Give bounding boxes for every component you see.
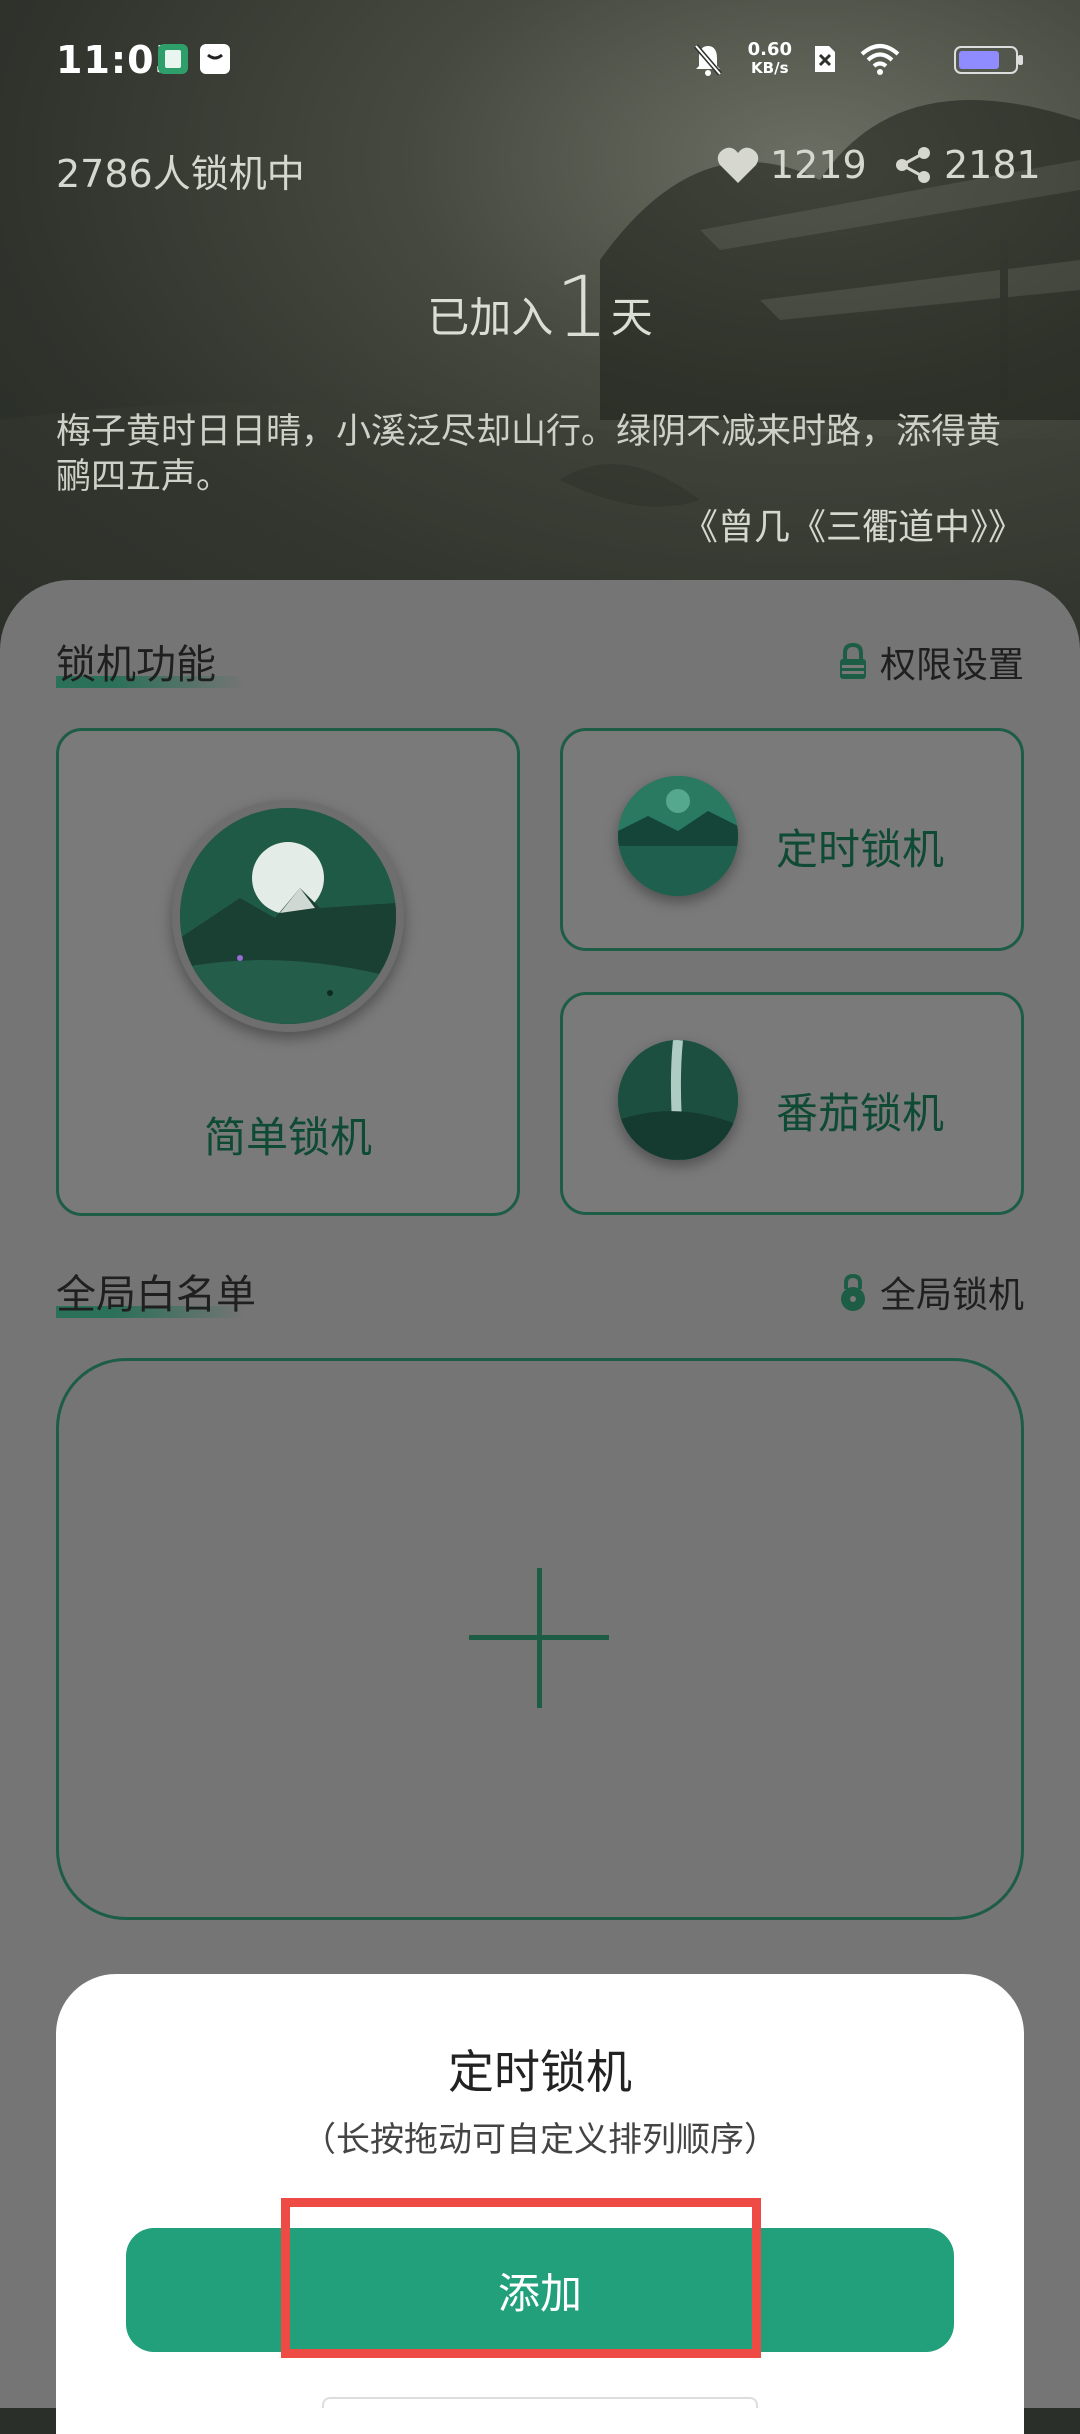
plus-icon-horizontal <box>469 1635 609 1640</box>
poem-text: 梅子黄时日日晴，小溪泛尽却山行。绿阴不减来时路，添得黄鹂四五声。 <box>56 412 1002 497</box>
stats-row: 2786人锁机中 1219 2181 <box>56 143 1041 196</box>
network-speed-value: 0.60 <box>747 39 792 60</box>
lock-icon <box>839 643 866 679</box>
mountain-moon-icon <box>172 800 404 1032</box>
heart-icon <box>717 147 759 183</box>
share-count: 2181 <box>944 143 1041 187</box>
share-icon <box>896 147 930 183</box>
simple-lock-label: 简单锁机 <box>203 1113 372 1162</box>
sheet-bottom-handle <box>322 2397 758 2408</box>
global-lock-label: 全局锁机 <box>879 1275 1024 1316</box>
padlock-icon <box>840 1273 865 1311</box>
like-count: 1219 <box>770 143 867 187</box>
share-button[interactable]: 2181 <box>894 143 1041 187</box>
waterfall-scene-icon <box>618 1040 738 1160</box>
permission-settings-link[interactable]: 权限设置 <box>838 636 1024 688</box>
wifi-icon <box>860 44 900 75</box>
joined-prefix: 已加入 <box>427 293 554 342</box>
joined-days-number: 1 <box>555 258 609 356</box>
global-lock-link[interactable]: 全局锁机 <box>838 1266 1024 1318</box>
lake-scene-icon <box>618 776 738 896</box>
network-speed-unit: KB/s <box>751 59 789 77</box>
joined-suffix: 天 <box>610 293 653 342</box>
poem-source: 《曾几《三衢道中》》 <box>681 507 1024 548</box>
lock-section-title: 锁机功能 <box>56 632 246 690</box>
app-notification-icon <box>158 44 188 74</box>
whitelist-section-title: 全局白名单 <box>56 1272 256 1318</box>
status-bar: 11:05 0.60 KB/s <box>0 38 1080 88</box>
mute-bell-icon <box>694 44 722 76</box>
battery-icon <box>954 46 1023 74</box>
message-icon <box>200 44 230 74</box>
joined-days: 已加入1天 <box>0 258 1080 356</box>
network-speed: 0.60 KB/s <box>748 40 792 78</box>
sheet-subtitle: （长按拖动可自定义排列顺序） <box>302 2120 778 2160</box>
highlight-box <box>281 2198 761 2358</box>
like-button[interactable]: 1219 <box>716 143 867 187</box>
sheet-title: 定时锁机 <box>448 2045 632 2099</box>
pomodoro-lock-label: 番茄锁机 <box>776 1089 945 1138</box>
timed-lock-label: 定时锁机 <box>776 825 945 874</box>
permission-settings-label: 权限设置 <box>879 645 1024 686</box>
users-locking-count: 2786人锁机中 <box>56 152 305 196</box>
no-sim-icon <box>815 46 835 72</box>
